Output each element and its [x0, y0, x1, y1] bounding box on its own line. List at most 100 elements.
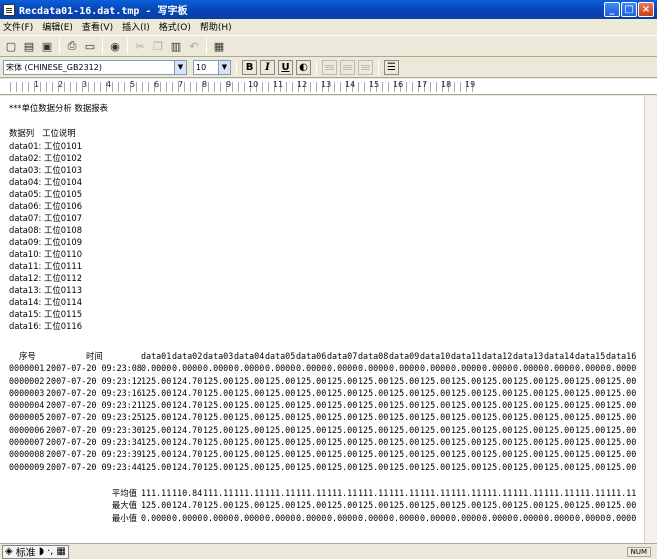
stats-cell: 0.0000 — [327, 512, 358, 523]
ruler-number: 10 — [248, 80, 259, 89]
table-cell: 125.00 — [296, 400, 327, 411]
wordpad-app-icon[interactable] — [3, 3, 15, 16]
table-cell: 125.00 — [513, 461, 544, 472]
standard-toolbar: ▢ ▤ ▣ ⎙ ▭ ◉ ✂ ❐ ▥ ↶ ▦ — [0, 35, 657, 57]
underline-button[interactable]: U — [278, 60, 293, 75]
italic-button[interactable]: I — [260, 60, 275, 75]
table-cell: 125.00 — [575, 387, 606, 398]
font-size-value: 10 — [196, 63, 207, 72]
table-header-cell: data08 — [358, 351, 389, 361]
table-cell: 124.70 — [172, 424, 203, 435]
table-cell: 0000005 — [9, 412, 45, 423]
stats-cell: 0.0000 — [482, 512, 513, 523]
bullets-list-icon[interactable]: ☰ — [384, 60, 399, 75]
stats-cell: 111.11 — [265, 488, 296, 498]
table-cell: 125.00 — [544, 375, 575, 386]
copy-icon[interactable]: ❐ — [150, 38, 166, 54]
table-cell: 125.00 — [234, 375, 265, 386]
align-center-icon[interactable] — [340, 60, 355, 75]
insert-date-time-icon[interactable]: ▦ — [211, 38, 227, 54]
table-header-cell: data05 — [265, 351, 296, 361]
print-preview-icon[interactable]: ▭ — [82, 38, 98, 54]
menu-help[interactable]: 帮助(H) — [200, 20, 232, 33]
find-binoculars-icon[interactable]: ◉ — [107, 38, 123, 54]
table-cell: 125.00 — [389, 437, 420, 448]
stats-cell: 125.00 — [327, 500, 358, 511]
print-icon[interactable]: ⎙ — [64, 38, 80, 54]
align-right-icon[interactable] — [358, 60, 373, 75]
table-cell: 125.00 — [513, 424, 544, 435]
font-name-value: 宋体 (CHINESE_GB2312) — [6, 63, 102, 72]
stats-cell: 0.0000 — [420, 512, 451, 523]
table-cell: 125.00 — [389, 375, 420, 386]
vertical-scrollbar[interactable] — [644, 96, 657, 543]
table-row: 0000008 2007-07-20 09:23:39 125.00 124.70 12… — [9, 448, 637, 460]
table-cell: 125.00 — [420, 412, 451, 423]
ime-logo-icon[interactable]: ◈ — [5, 546, 13, 557]
minimize-button[interactable]: _ — [604, 2, 620, 17]
table-cell: 125.00 — [327, 461, 358, 472]
toolbar-separator — [378, 59, 379, 76]
new-document-icon[interactable]: ▢ — [3, 38, 19, 54]
table-header-cell: data07 — [327, 351, 358, 361]
stats-cell: 0.0000 — [296, 512, 327, 523]
document-text-area[interactable]: ***单位数据分析 数据报表 数据列 工位说明 data01: 工位0101 d… — [0, 96, 644, 543]
ruler-number: 7 — [178, 80, 184, 89]
save-disk-icon[interactable]: ▣ — [39, 38, 55, 54]
stats-row: 平均值 111.11 110.84 111.11 111.11 111.11 111.11 1… — [9, 487, 637, 499]
table-cell: 2007-07-20 09:23:34 — [46, 437, 142, 448]
table-cell: 0.0000 — [203, 363, 234, 374]
table-cell: 125.00 — [513, 400, 544, 411]
chevron-down-icon[interactable]: ▼ — [174, 61, 186, 74]
table-cell: 0000006 — [9, 424, 45, 435]
ime-mode-label[interactable]: 标准 — [16, 544, 36, 559]
stats-label: 平均值 — [111, 488, 137, 498]
close-button[interactable]: × — [638, 2, 654, 17]
ime-toolbar[interactable]: ◈ 标准 ◗ ·, ▦ — [2, 544, 69, 559]
table-cell: 125.00 — [606, 437, 637, 448]
maximize-button[interactable]: □ — [621, 2, 637, 17]
ruler-number: 12 — [297, 80, 308, 89]
toolbar-separator — [316, 59, 317, 76]
menu-edit[interactable]: 编辑(E) — [42, 20, 73, 33]
table-cell: 125.00 — [389, 461, 420, 472]
undo-icon[interactable]: ↶ — [186, 38, 202, 54]
half-width-moon-icon[interactable]: ◗ — [39, 546, 44, 557]
table-cell: 125.00 — [203, 412, 234, 423]
stats-cell: 125.00 — [358, 500, 389, 511]
table-cell: 2007-07-20 09:23:12 — [46, 375, 142, 386]
punctuation-icon[interactable]: ·, — [47, 546, 53, 557]
table-cell: 2007-07-20 09:23:39 — [46, 449, 142, 460]
stats-row: 最大值 125.00 124.70 125.00 125.00 125.00 125.00 1… — [9, 499, 637, 511]
table-cell: 125.00 — [296, 412, 327, 423]
menu-insert[interactable]: 插入(I) — [122, 20, 150, 33]
text-color-palette-icon[interactable]: ◐ — [296, 60, 311, 75]
soft-keyboard-icon[interactable]: ▦ — [56, 546, 65, 557]
table-cell: 125.00 — [296, 437, 327, 448]
chevron-down-icon[interactable]: ▼ — [218, 61, 230, 74]
stats-cell: 125.00 — [575, 500, 606, 511]
table-cell: 125.00 — [265, 437, 296, 448]
table-cell: 125.00 — [575, 461, 606, 472]
stats-cell: 0.0000 — [172, 512, 203, 523]
ruler-number: 6 — [154, 80, 160, 89]
menu-view[interactable]: 查看(V) — [82, 20, 113, 33]
align-left-icon[interactable] — [322, 60, 337, 75]
table-cell: 125.00 — [482, 412, 513, 423]
stats-cell: 125.00 — [513, 500, 544, 511]
table-cell: 125.00 — [451, 437, 482, 448]
table-cell: 125.00 — [606, 449, 637, 460]
stats-cell: 0.0000 — [544, 512, 575, 523]
font-size-select[interactable]: 10 ▼ — [193, 60, 231, 75]
menu-format[interactable]: 格式(O) — [159, 20, 191, 33]
cut-scissors-icon[interactable]: ✂ — [132, 38, 148, 54]
table-header-cell: data09 — [389, 351, 420, 361]
bold-button[interactable]: B — [242, 60, 257, 75]
table-cell: 2007-07-20 09:23:08 — [46, 363, 142, 374]
ruler[interactable]: 1 2 3 4 5 6 7 8 9 10 11 12 13 14 15 16 1… — [0, 79, 657, 95]
menu-file[interactable]: 文件(F) — [3, 20, 33, 33]
title-bar[interactable]: Recdata01-16.dat.tmp - 写字板 _ □ × — [0, 0, 657, 19]
paste-clipboard-icon[interactable]: ▥ — [168, 38, 184, 54]
open-folder-icon[interactable]: ▤ — [21, 38, 37, 54]
font-name-select[interactable]: 宋体 (CHINESE_GB2312) ▼ — [3, 60, 187, 75]
